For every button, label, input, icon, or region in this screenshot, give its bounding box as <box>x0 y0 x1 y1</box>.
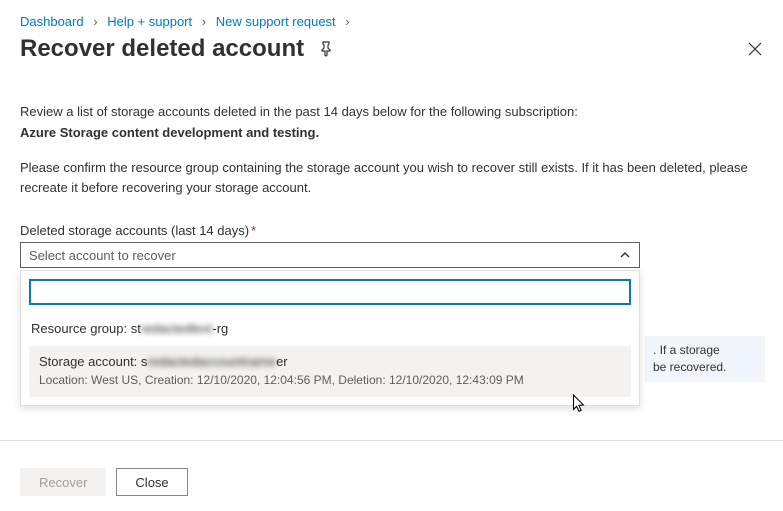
breadcrumb-help-support[interactable]: Help + support <box>107 14 192 29</box>
required-asterisk: * <box>251 223 256 238</box>
footer-divider <box>0 440 783 441</box>
dropdown-placeholder: Select account to recover <box>29 248 176 263</box>
page-title: Recover deleted account <box>20 35 304 63</box>
chevron-right-icon: › <box>202 14 206 29</box>
intro-text: Review a list of storage accounts delete… <box>20 103 763 121</box>
footer-actions: Recover Close <box>20 468 188 496</box>
dropdown-label: Deleted storage accounts (last 14 days)* <box>20 223 763 238</box>
close-icon[interactable] <box>747 41 763 57</box>
close-button[interactable]: Close <box>116 468 187 496</box>
chevron-up-icon <box>619 249 631 261</box>
breadcrumb: Dashboard › Help + support › New support… <box>20 14 763 29</box>
confirm-text: Please confirm the resource group contai… <box>20 158 763 197</box>
recover-button: Recover <box>20 468 106 496</box>
breadcrumb-dashboard[interactable]: Dashboard <box>20 14 84 29</box>
chevron-right-icon: › <box>93 14 97 29</box>
dropdown-panel: Resource group: stredactedtext-rg Storag… <box>20 270 640 406</box>
option-details: Location: West US, Creation: 12/10/2020,… <box>39 373 621 387</box>
subscription-name: Azure Storage content development and te… <box>20 125 763 140</box>
storage-account-option[interactable]: Storage account: sredactedaccountnameer … <box>29 346 631 397</box>
option-title: Storage account: sredactedaccountnameer <box>39 354 621 369</box>
title-row: Recover deleted account <box>20 35 763 63</box>
deleted-accounts-dropdown[interactable]: Select account to recover Resource group… <box>20 242 640 268</box>
chevron-right-icon: › <box>345 14 349 29</box>
dropdown-search-input[interactable] <box>29 279 631 305</box>
dropdown-trigger[interactable]: Select account to recover <box>20 242 640 268</box>
resource-group-heading: Resource group: stredactedtext-rg <box>29 317 631 346</box>
pin-icon[interactable] <box>318 41 334 57</box>
panel-root: Dashboard › Help + support › New support… <box>0 0 783 268</box>
breadcrumb-new-request[interactable]: New support request <box>216 14 336 29</box>
info-banner-fragment: . If a storage be recovered. <box>645 336 765 382</box>
